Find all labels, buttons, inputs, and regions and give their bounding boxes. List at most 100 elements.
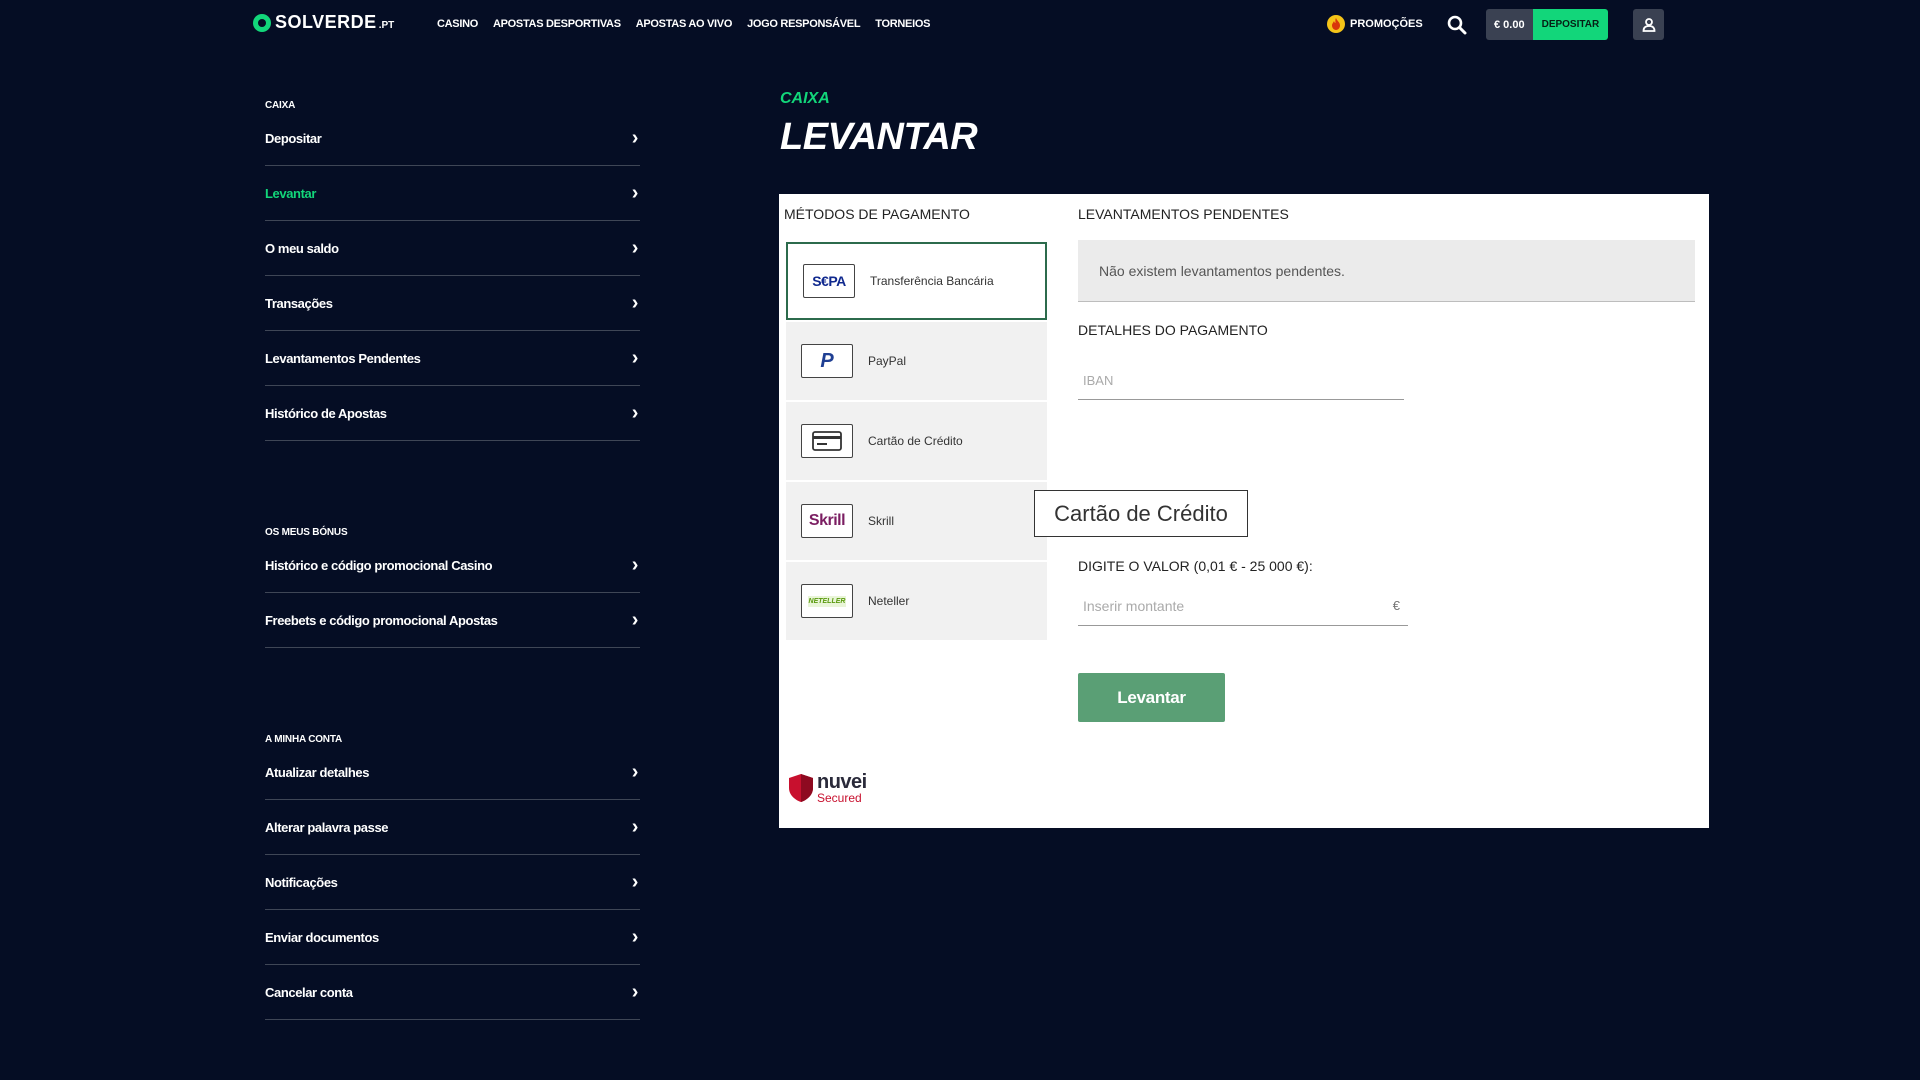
amount-title: DIGITE O VALOR (0,01 € - 25 000 €): <box>1078 558 1313 574</box>
chevron-right-icon: › <box>631 815 639 838</box>
chevron-right-icon: › <box>631 553 639 576</box>
sidebar-item-label: Depositar <box>265 130 322 146</box>
top-bar: SOLVERDE .PT CASINO APOSTAS DESPORTIVAS … <box>0 0 1920 50</box>
pending-withdrawals-title: LEVANTAMENTOS PENDENTES <box>1078 206 1289 222</box>
nav-casino[interactable]: CASINO <box>437 18 478 30</box>
sidebar-item-o-meu-saldo[interactable]: O meu saldo › <box>265 221 640 276</box>
sidebar-item-label: Levantar <box>265 185 316 201</box>
chevron-right-icon: › <box>631 236 639 259</box>
bonus-menu: Histórico e código promocional Casino › Fr… <box>265 538 640 648</box>
chevron-right-icon: › <box>631 401 639 424</box>
tooltip: Cartão de Crédito <box>1034 490 1248 537</box>
neteller-logo-text: NETELLER <box>807 595 847 607</box>
sidebar-item-label: O meu saldo <box>265 240 339 256</box>
method-label: Skrill <box>868 514 894 528</box>
method-label: Transferência Bancária <box>870 274 994 288</box>
account-sidebar: CAIXA Depositar › Levantar › O meu saldo › Tra… <box>265 100 640 1020</box>
sepa-logo-text: S€PA <box>812 273 846 289</box>
chevron-right-icon: › <box>631 608 639 631</box>
method-label: PayPal <box>868 354 907 368</box>
credit-card-icon <box>801 424 853 458</box>
sidebar-item-label: Cancelar conta <box>265 984 353 1000</box>
sidebar-item-notificacoes[interactable]: Notificações › <box>265 855 640 910</box>
solverde-logo[interactable]: SOLVERDE .PT <box>253 12 394 33</box>
sidebar-item-cancelar-conta[interactable]: Cancelar conta › <box>265 965 640 1020</box>
user-icon[interactable] <box>1633 9 1664 40</box>
nav-apostas-ao-vivo[interactable]: APOSTAS AO VIVO <box>636 18 733 30</box>
sidebar-item-label: Atualizar detalhes <box>265 764 370 780</box>
chevron-right-icon: › <box>631 181 639 204</box>
nuvei-brand: nuvei <box>817 771 867 793</box>
chevron-right-icon: › <box>631 760 639 783</box>
caixa-menu: Depositar › Levantar › O meu saldo › Transaçõe… <box>265 111 640 441</box>
sidebar-item-levantar[interactable]: Levantar › <box>265 166 640 221</box>
promotions-link[interactable]: PROMOÇÕES <box>1327 15 1423 33</box>
paypal-logo-text: P <box>820 349 834 372</box>
sidebar-item-historico-e-codigo-promocional-casino[interactable]: Histórico e código promocional Casino › <box>265 538 640 593</box>
method-paypal[interactable]: P PayPal <box>786 322 1047 400</box>
skrill-logo: Skrill <box>801 504 853 538</box>
sidebar-item-freebets-e-codigo-promocional-apostas[interactable]: Freebets e código promocional Apostas › <box>265 593 640 648</box>
pending-message: Não existem levantamentos pendentes. <box>1099 262 1345 279</box>
paypal-logo: P <box>801 344 853 378</box>
chevron-right-icon: › <box>631 980 639 1003</box>
withdraw-button[interactable]: Levantar <box>1078 673 1225 722</box>
sidebar-item-label: Notificações <box>265 874 338 890</box>
sidebar-item-depositar[interactable]: Depositar › <box>265 111 640 166</box>
sidebar-item-historico-de-apostas[interactable]: Histórico de Apostas › <box>265 386 640 441</box>
method-neteller[interactable]: NETELLER Neteller <box>786 562 1047 640</box>
chevron-right-icon: › <box>631 126 639 149</box>
sidebar-item-enviar-documentos[interactable]: Enviar documentos › <box>265 910 640 965</box>
payment-details-title: DETALHES DO PAGAMENTO <box>1078 322 1268 338</box>
sidebar-item-alterar-palavra-passe[interactable]: Alterar palavra passe › <box>265 800 640 855</box>
sepa-logo: S€PA <box>803 264 855 298</box>
method-label: Neteller <box>868 594 910 608</box>
payment-methods-title: MÉTODOS DE PAGAMENTO <box>784 206 970 222</box>
sidebar-item-label: Freebets e código promocional Apostas <box>265 612 498 628</box>
breadcrumb: CAIXA <box>780 90 830 107</box>
method-credit-card[interactable]: Cartão de Crédito <box>786 402 1047 480</box>
chevron-right-icon: › <box>631 291 639 314</box>
sidebar-item-levantamentos-pendentes[interactable]: Levantamentos Pendentes › <box>265 331 640 386</box>
chevron-right-icon: › <box>631 925 639 948</box>
balance-widget: € 0.00 DEPOSITAR <box>1486 9 1609 40</box>
sidebar-item-label: Alterar palavra passe <box>265 819 389 835</box>
section-title-bonus: OS MEUS BÓNUS <box>265 527 348 538</box>
sidebar-item-atualizar-detalhes[interactable]: Atualizar detalhes › <box>265 745 640 800</box>
nuvei-secured-badge: nuvei Secured <box>789 772 867 804</box>
sidebar-item-label: Transações <box>265 295 333 311</box>
page-title: LEVANTAR <box>780 116 978 158</box>
sidebar-item-transacoes[interactable]: Transações › <box>265 276 640 331</box>
neteller-logo: NETELLER <box>801 584 853 618</box>
section-title-account: A MINHA CONTA <box>265 734 343 745</box>
iban-input[interactable] <box>1078 362 1404 400</box>
nav-torneios[interactable]: TORNEIOS <box>875 18 930 30</box>
sidebar-item-label: Levantamentos Pendentes <box>265 350 421 366</box>
method-bank-transfer[interactable]: S€PA Transferência Bancária <box>786 242 1047 320</box>
nav-jogo-responsavel[interactable]: JOGO RESPONSÁVEL <box>747 18 860 30</box>
amount-input[interactable] <box>1078 588 1378 624</box>
search-icon[interactable] <box>1446 14 1468 36</box>
nuvei-secured-label: Secured <box>817 791 862 805</box>
sidebar-item-label: Histórico e código promocional Casino <box>265 557 493 573</box>
chevron-right-icon: › <box>631 870 639 893</box>
account-menu: Atualizar detalhes › Alterar palavra passe… <box>265 745 640 1020</box>
nav-apostas-desportivas[interactable]: APOSTAS DESPORTIVAS <box>493 18 621 30</box>
shield-icon <box>789 774 813 802</box>
method-skrill[interactable]: Skrill Skrill <box>786 482 1047 560</box>
method-label: Cartão de Crédito <box>868 434 963 448</box>
balance-amount[interactable]: € 0.00 <box>1486 9 1533 40</box>
currency-symbol: € <box>1392 598 1400 613</box>
flame-icon <box>1327 15 1345 33</box>
logo-mark-icon <box>253 13 271 32</box>
pending-withdrawals-box: Não existem levantamentos pendentes. <box>1078 240 1695 302</box>
logo-suffix: .PT <box>378 19 395 31</box>
sidebar-item-label: Histórico de Apostas <box>265 405 387 421</box>
promotions-label: PROMOÇÕES <box>1350 18 1423 30</box>
section-title-caixa: CAIXA <box>265 100 296 111</box>
logo-text: SOLVERDE <box>275 12 377 32</box>
main-nav: CASINO APOSTAS DESPORTIVAS APOSTAS AO VI… <box>437 18 930 30</box>
amount-field-wrapper: € <box>1078 588 1408 626</box>
skrill-logo-text: Skrill <box>808 512 846 529</box>
deposit-button[interactable]: DEPOSITAR <box>1532 9 1609 40</box>
